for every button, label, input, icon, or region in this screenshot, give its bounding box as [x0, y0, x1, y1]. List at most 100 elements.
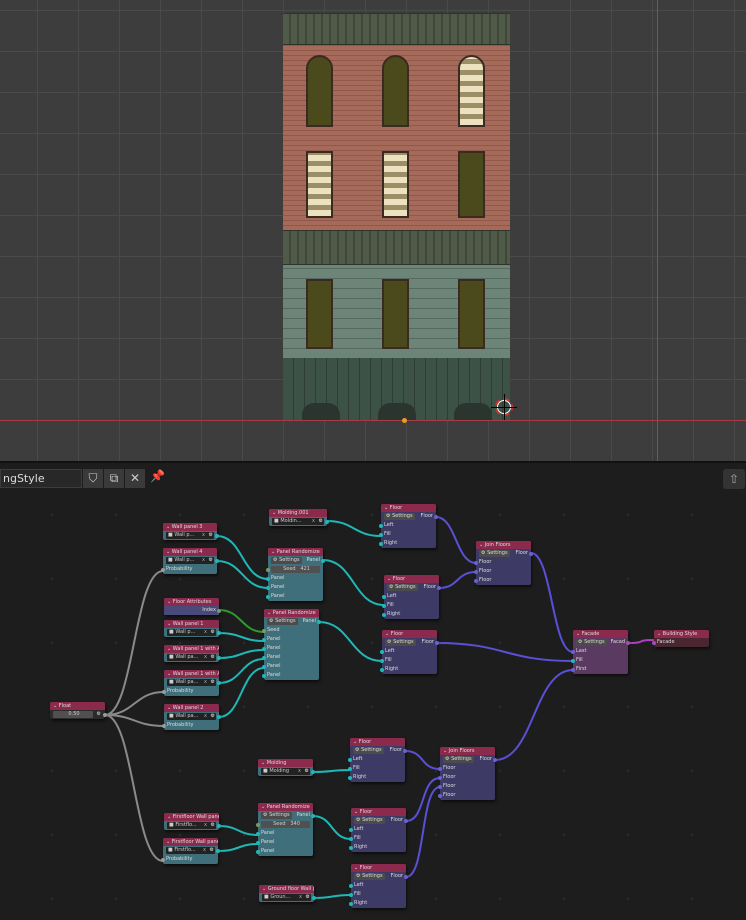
- clear-icon[interactable]: x: [204, 654, 207, 661]
- data-block-field[interactable]: ■ Wall p... x ⚙: [164, 628, 221, 637]
- input-socket[interactable]: [438, 775, 442, 780]
- input-socket[interactable]: [379, 532, 383, 537]
- output-socket[interactable]: [435, 640, 439, 645]
- data-block-field[interactable]: ■ Molding x ⚙: [258, 767, 315, 776]
- node-header[interactable]: Wall panel 1 with AC: [164, 645, 219, 653]
- settings-button[interactable]: ⚙ Settings: [387, 584, 418, 591]
- input-socket[interactable]: [349, 836, 353, 841]
- node-join-floors[interactable]: Join Floors⚙ Settings Floor Floor Floor Floo…: [438, 747, 497, 800]
- input-socket[interactable]: [438, 793, 442, 798]
- input-socket[interactable]: [256, 840, 260, 845]
- output-socket[interactable]: [626, 640, 630, 645]
- node-panel-randomize[interactable]: Panel Randomize⚙ SettingsPanelSeed 340Pa…: [256, 803, 315, 856]
- clear-icon[interactable]: x: [204, 822, 207, 829]
- gear-icon[interactable]: ⚙: [211, 654, 215, 661]
- clear-icon[interactable]: x: [298, 768, 301, 775]
- input-socket[interactable]: [262, 637, 266, 642]
- node-panel-randomize[interactable]: Panel Randomize⚙ SettingsPanelSeed 421Pa…: [266, 548, 325, 601]
- data-block-field[interactable]: ■ Moldin... x ⚙: [269, 517, 329, 526]
- node-header[interactable]: Join Floors: [476, 541, 531, 549]
- clear-icon[interactable]: x: [204, 679, 207, 686]
- input-socket[interactable]: [266, 576, 270, 581]
- input-socket[interactable]: [256, 849, 260, 854]
- input-socket[interactable]: [348, 757, 352, 762]
- clear-icon[interactable]: x: [204, 713, 207, 720]
- input-socket[interactable]: [348, 775, 352, 780]
- close-icon[interactable]: ✕: [125, 469, 145, 488]
- node-header[interactable]: Floor: [351, 808, 406, 816]
- output-socket[interactable]: [217, 655, 221, 660]
- node-floor[interactable]: Floor⚙ SettingsFloorLeftFillRight: [348, 738, 407, 782]
- node-floor[interactable]: Floor⚙ SettingsFloorLeftFillRight: [380, 630, 439, 674]
- node-wall-panel-1-with-ac[interactable]: Wall panel 1 with AC■ Wall pa...x⚙: [164, 645, 221, 662]
- data-block-field[interactable]: ■ Wall p... x ⚙: [163, 531, 219, 540]
- node-floor[interactable]: Floor⚙ SettingsFloorLeftFillRight: [382, 575, 441, 619]
- input-socket[interactable]: [349, 883, 353, 888]
- 3d-cursor-icon[interactable]: [491, 394, 517, 420]
- settings-button[interactable]: ⚙ Settings: [354, 817, 385, 824]
- input-socket[interactable]: [571, 649, 575, 654]
- 3d-viewport[interactable]: [0, 0, 746, 461]
- output-socket[interactable]: [404, 874, 408, 879]
- output-socket[interactable]: [493, 757, 497, 762]
- input-socket[interactable]: [256, 822, 260, 827]
- input-socket[interactable]: [380, 658, 384, 663]
- clear-icon[interactable]: x: [299, 894, 302, 901]
- node-wall-panel-4[interactable]: Wall panel 4■ Wall p...x⚙Probability: [161, 548, 219, 574]
- settings-button[interactable]: ⚙ Settings: [385, 639, 416, 646]
- node-header[interactable]: Wall panel 4: [163, 548, 217, 556]
- node-header[interactable]: Panel Randomize: [268, 548, 323, 556]
- input-socket[interactable]: [349, 901, 353, 906]
- gear-icon[interactable]: ⚙: [210, 847, 214, 854]
- gear-icon[interactable]: ⚙: [97, 710, 101, 719]
- clear-icon[interactable]: x: [203, 847, 206, 854]
- node-header[interactable]: Wall panel 3: [163, 523, 217, 531]
- clear-icon[interactable]: x: [202, 557, 205, 564]
- settings-button[interactable]: ⚙ Settings: [271, 557, 302, 564]
- node-tree-name-field[interactable]: ngStyle: [0, 469, 82, 488]
- output-socket[interactable]: [434, 514, 438, 519]
- settings-button[interactable]: ⚙ Settings: [353, 747, 384, 754]
- settings-button[interactable]: ⚙ Settings: [261, 812, 292, 819]
- output-socket[interactable]: [325, 519, 329, 524]
- node-header[interactable]: Join Floors: [440, 747, 495, 755]
- copy-icon[interactable]: ⧉: [104, 469, 124, 488]
- gear-icon[interactable]: ⚙: [209, 557, 213, 564]
- input-socket[interactable]: [161, 857, 165, 862]
- input-socket[interactable]: [438, 766, 442, 771]
- input-socket[interactable]: [379, 523, 383, 528]
- output-socket[interactable]: [437, 585, 441, 590]
- input-socket[interactable]: [349, 892, 353, 897]
- input-socket[interactable]: [266, 594, 270, 599]
- node-header[interactable]: Float: [50, 702, 105, 710]
- gear-icon[interactable]: ⚙: [211, 713, 215, 720]
- gear-icon[interactable]: ⚙: [209, 532, 213, 539]
- node-floor[interactable]: Floor⚙ SettingsFloorLeftFillRight: [349, 864, 408, 908]
- node-header[interactable]: Firstfloor Wall pane: [163, 838, 218, 846]
- input-socket[interactable]: [262, 655, 266, 660]
- gear-icon[interactable]: ⚙: [211, 822, 215, 829]
- node-facade[interactable]: Facade⚙ SettingsFacadLastFillFirst: [571, 630, 630, 674]
- node-floor[interactable]: Floor⚙ SettingsFloorLeftFillRight: [379, 504, 438, 548]
- clear-icon[interactable]: x: [202, 532, 205, 539]
- input-socket[interactable]: [349, 827, 353, 832]
- input-socket[interactable]: [379, 541, 383, 546]
- input-socket[interactable]: [571, 667, 575, 672]
- node-firstfloor-wall-panel[interactable]: Firstfloor Wall panel■ Firstflo...x⚙: [164, 813, 221, 830]
- settings-button[interactable]: ⚙ Settings: [267, 618, 298, 625]
- building-facade-model[interactable]: [283, 13, 510, 420]
- node-floor[interactable]: Floor⚙ SettingsFloorLeftFillRight: [349, 808, 408, 852]
- node-header[interactable]: Floor: [350, 738, 405, 746]
- node-header[interactable]: Molding: [258, 759, 313, 767]
- input-socket[interactable]: [382, 594, 386, 599]
- node-molding-001[interactable]: Molding.001■ Moldin...x⚙: [269, 509, 329, 526]
- node-building-style[interactable]: Building StyleFacade: [652, 630, 709, 647]
- node-wall-panel-1[interactable]: Wall panel 1■ Wall p...x⚙: [164, 620, 221, 637]
- node-header[interactable]: Wall panel 2: [164, 704, 219, 712]
- node-join-floors[interactable]: Join Floors⚙ Settings Floor Floor Floor Floo…: [474, 541, 533, 585]
- data-block-field[interactable]: ■ Wall p... x ⚙: [163, 556, 219, 565]
- input-socket[interactable]: [256, 831, 260, 836]
- settings-button[interactable]: ⚙ Settings: [443, 756, 474, 763]
- node-header[interactable]: Wall panel 1 with A...: [164, 670, 219, 678]
- data-block-field[interactable]: ■ Wall pa... x ⚙: [164, 653, 221, 662]
